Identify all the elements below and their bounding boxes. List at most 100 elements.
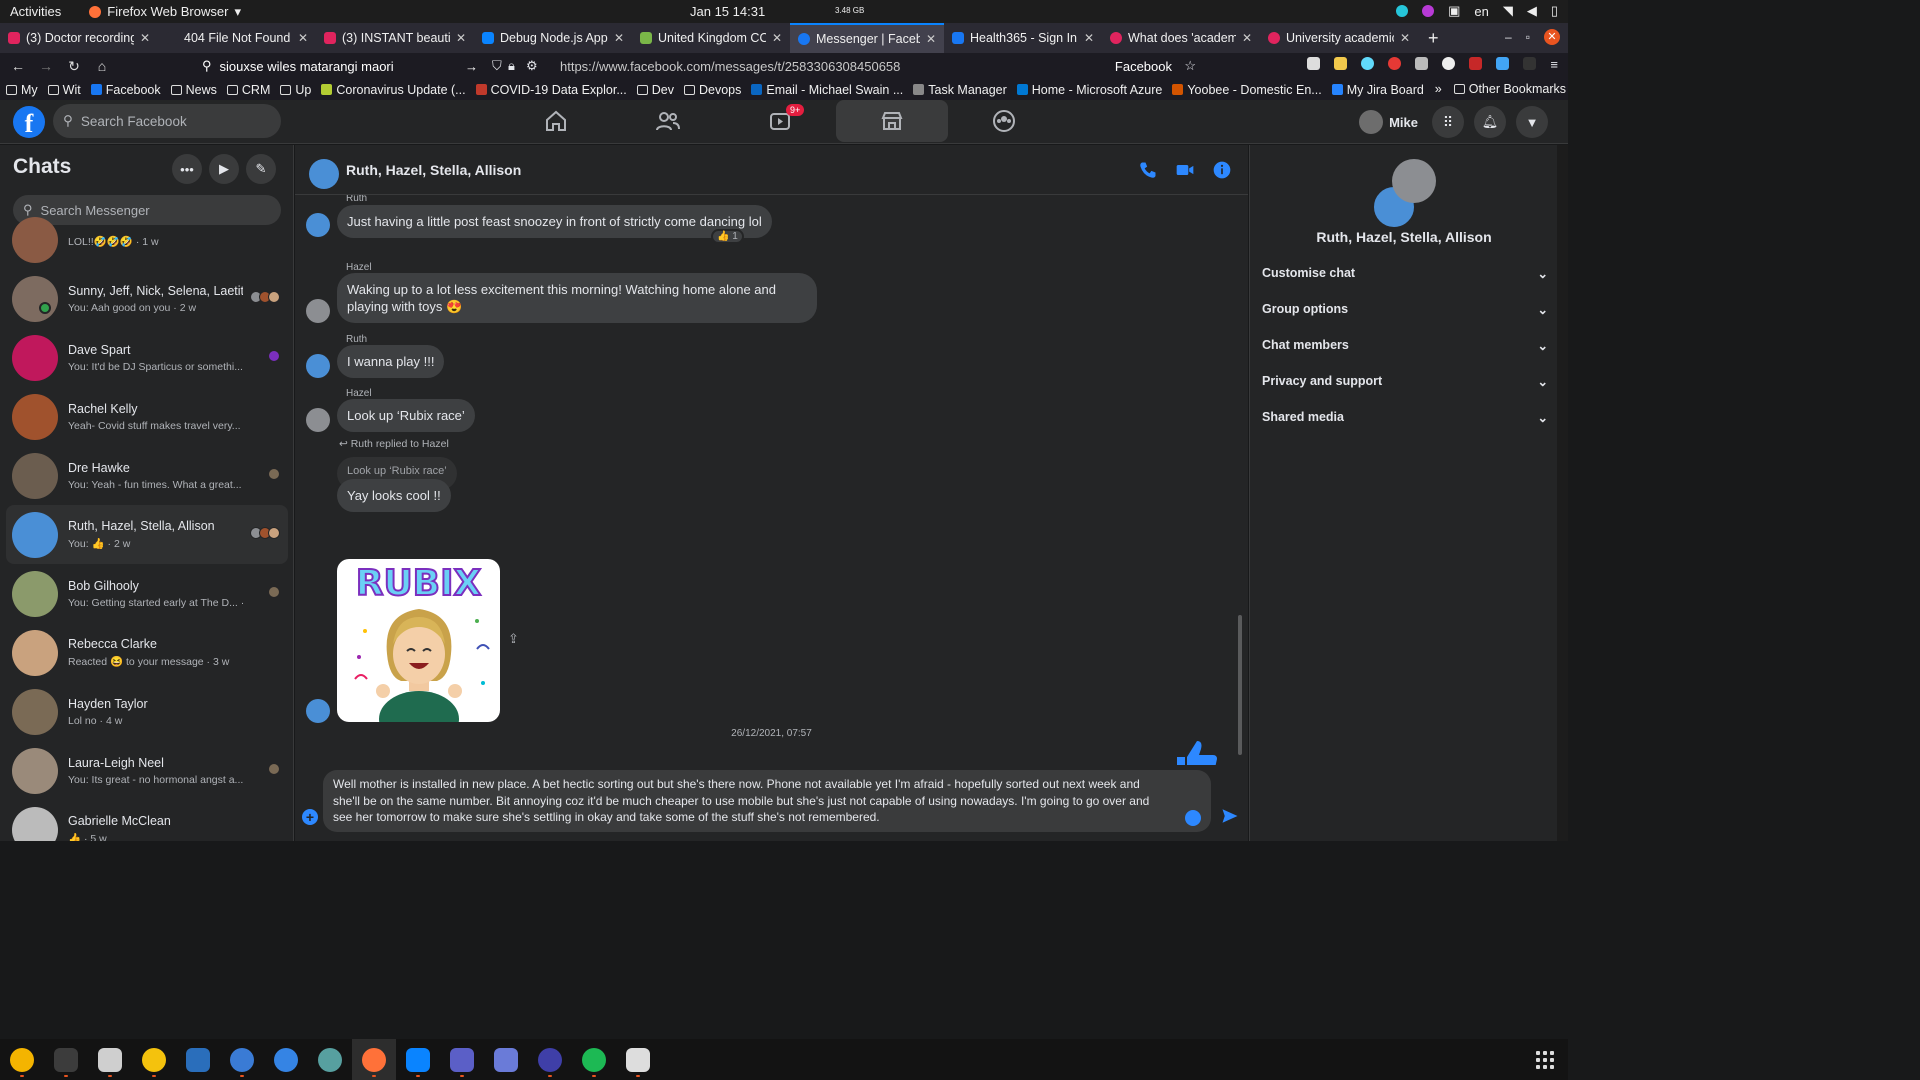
maximize-icon[interactable]: ▫ — [1526, 30, 1530, 44]
star-icon[interactable]: ☆ — [1184, 58, 1196, 74]
share-icon[interactable]: ⇪ — [508, 631, 519, 647]
group-avatar[interactable] — [309, 159, 339, 189]
new-room-button[interactable]: ▶ — [209, 154, 239, 184]
bookmark-item[interactable]: News — [170, 83, 217, 97]
forward-icon[interactable]: → — [32, 58, 60, 74]
bookmark-item[interactable]: Up — [280, 83, 311, 97]
video-camera-icon[interactable] — [1174, 160, 1196, 180]
dock-app-teams[interactable] — [440, 1039, 484, 1080]
message-bubble[interactable]: Just having a little post feast snoozey … — [337, 205, 772, 238]
m-extension-icon[interactable] — [1442, 57, 1456, 70]
bookmark-item[interactable]: Devops — [684, 83, 741, 97]
reload-icon[interactable]: ↻ — [60, 58, 88, 75]
message-bubble[interactable]: Yay looks cool !! — [337, 479, 451, 512]
close-icon[interactable]: ✕ — [298, 31, 308, 45]
new-message-button[interactable]: ✎ — [246, 154, 276, 184]
nav-home[interactable] — [500, 100, 612, 142]
scrollbar[interactable] — [1238, 615, 1242, 755]
nav-marketplace[interactable] — [836, 100, 948, 142]
section-shared-media[interactable]: Shared media ⌄ — [1262, 407, 1548, 427]
chat-item[interactable]: Bob Gilhooly You: Getting started early a… — [6, 564, 288, 623]
dock-app-firefox[interactable] — [352, 1039, 396, 1080]
send-icon[interactable] — [1221, 807, 1239, 825]
browser-tab[interactable]: Debug Node.js Apps ✕ — [474, 23, 632, 53]
bookmark-item[interactable]: Yoobee - Domestic En... — [1172, 83, 1322, 97]
more-actions-button[interactable]: + — [302, 809, 318, 825]
chat-item[interactable]: Gabrielle McClean 👍 · 5 w — [6, 800, 288, 841]
browser-search-field[interactable]: ⚲ siouxse wiles matarangi maori → — [202, 56, 480, 76]
chat-item-selected[interactable]: Ruth, Hazel, Stella, Allison You: 👍 · 2 w — [6, 505, 288, 564]
browser-tab[interactable]: (3) Doctor recording ✕ — [0, 23, 158, 53]
dock-app-vscode[interactable] — [396, 1039, 440, 1080]
sticker-image[interactable]: RUBIX — [337, 559, 500, 722]
close-icon[interactable]: ✕ — [1242, 31, 1252, 45]
section-group-options[interactable]: Group options ⌄ — [1262, 299, 1548, 319]
barcode-icon[interactable] — [1415, 57, 1429, 70]
chat-item[interactable]: Dave Spart You: It'd be DJ Sparticus or s… — [6, 328, 288, 387]
show-apps-icon[interactable] — [1536, 1051, 1554, 1069]
profile-link[interactable]: Mike — [1359, 110, 1418, 134]
dock-app-chrome[interactable] — [0, 1039, 44, 1080]
close-icon[interactable]: ✕ — [772, 31, 782, 45]
facebook-logo[interactable]: f — [13, 106, 45, 138]
adblock-icon[interactable] — [1388, 57, 1402, 70]
cloud-icon[interactable] — [1396, 5, 1409, 17]
emoji-icon[interactable] — [1185, 810, 1201, 826]
bookmark-item[interactable]: Wit — [47, 83, 81, 97]
go-arrow-icon[interactable]: → — [465, 59, 478, 74]
new-tab-button[interactable]: + — [1428, 28, 1439, 49]
browser-tab[interactable]: University academic ✕ — [1260, 23, 1418, 53]
nav-friends[interactable] — [612, 100, 724, 142]
options-button[interactable]: ••• — [172, 154, 202, 184]
home-icon[interactable]: ⌂ — [88, 58, 116, 74]
dock-app-inkscape[interactable] — [616, 1039, 660, 1080]
chat-item[interactable]: Rachel Kelly Yeah- Covid stuff makes trav… — [6, 387, 288, 446]
browser-tab[interactable]: 404 File Not Found ✕ — [158, 23, 316, 53]
chat-item[interactable]: Rebecca Clarke Reacted 😆 to your message … — [6, 623, 288, 682]
browser-tab[interactable]: (3) INSTANT beautifu ✕ — [316, 23, 474, 53]
chat-item[interactable]: Hayden Taylor Lol no · 4 w — [6, 682, 288, 741]
close-icon[interactable]: ✕ — [1400, 31, 1410, 45]
back-icon[interactable]: ← — [4, 58, 32, 74]
close-icon[interactable]: ✕ — [926, 32, 936, 46]
browser-tab-active[interactable]: Messenger | Facebo ✕ — [790, 23, 944, 53]
reaction-badge[interactable]: 👍 1 — [711, 229, 744, 244]
dock-app-writer[interactable] — [176, 1039, 220, 1080]
menu-grid-button[interactable]: ⠿ — [1432, 106, 1464, 138]
close-icon[interactable]: ✕ — [140, 31, 150, 45]
react-devtools-icon[interactable] — [1361, 57, 1375, 70]
chat-item[interactable]: Sunny, Jeff, Nick, Selena, Laetitia You: … — [6, 269, 288, 328]
close-window-icon[interactable]: ✕ — [1544, 29, 1560, 45]
bookmark-item[interactable]: Coronavirus Update (... — [321, 83, 466, 97]
info-icon[interactable] — [1212, 160, 1232, 180]
dock-app-eclipse[interactable] — [528, 1039, 572, 1080]
nav-watch[interactable]: 9+ — [724, 100, 836, 142]
overflow-chevron-icon[interactable]: » — [1435, 82, 1442, 96]
wifi-icon[interactable]: ◥ — [1503, 3, 1513, 19]
dock-app-screenshot[interactable] — [484, 1039, 528, 1080]
thumbs-up-icon[interactable] — [1173, 737, 1221, 765]
notifications-button[interactable]: 🔔︎ — [1474, 106, 1506, 138]
dark-extension-icon[interactable] — [1523, 57, 1537, 70]
dock-app-terminal[interactable] — [44, 1039, 88, 1080]
activities-button[interactable]: Activities — [10, 4, 61, 19]
close-icon[interactable]: ✕ — [614, 31, 624, 45]
browser-tab[interactable]: Health365 - Sign In ✕ — [944, 23, 1102, 53]
account-button[interactable]: ▼ — [1516, 106, 1548, 138]
chat-item[interactable]: Dre Hawke You: Yeah - fun times. What a g… — [6, 446, 288, 505]
message-bubble[interactable]: Waking up to a lot less excitement this … — [337, 273, 817, 323]
close-icon[interactable]: ✕ — [1084, 31, 1094, 45]
language-indicator[interactable]: en — [1474, 4, 1488, 19]
clipboard-icon[interactable]: ▣ — [1448, 3, 1460, 19]
menu-icon[interactable]: ≡ — [1550, 57, 1558, 72]
facebook-search-input[interactable]: ⚲ Search Facebook — [53, 104, 281, 138]
battery-icon[interactable]: ▯ — [1551, 3, 1558, 19]
bookmark-item[interactable]: CRM — [226, 83, 270, 97]
pocket-icon[interactable] — [1307, 57, 1321, 70]
browser-tab[interactable]: United Kingdom CO ✕ — [632, 23, 790, 53]
chat-item[interactable]: Laura-Leigh Neel You: Its great - no horm… — [6, 741, 288, 800]
clock[interactable]: Jan 15 14:31 — [690, 4, 765, 19]
message-bubble[interactable]: Look up ‘Rubix race’ — [337, 399, 475, 432]
conversation-title[interactable]: Ruth, Hazel, Stella, Allison — [346, 162, 521, 178]
dock-app-files[interactable] — [88, 1039, 132, 1080]
